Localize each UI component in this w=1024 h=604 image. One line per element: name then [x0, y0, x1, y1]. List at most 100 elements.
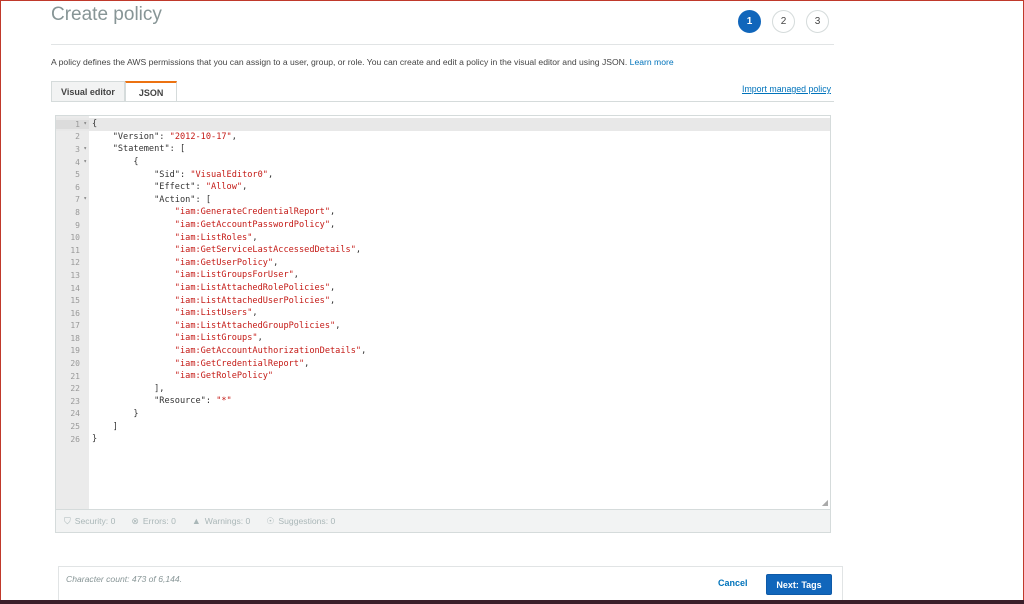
code-line[interactable]: 17 "iam:ListAttachedGroupPolicies", — [56, 320, 830, 333]
suggestions-count: Suggestions: 0 — [278, 516, 336, 526]
code-text: "iam:ListGroups", — [174, 333, 263, 344]
code-line[interactable]: 1 ▾{ — [56, 118, 830, 131]
line-number: 13 — [70, 270, 80, 280]
code-line[interactable]: 8 "iam:GenerateCredentialReport", — [56, 206, 830, 219]
line-number: 17 — [70, 321, 80, 331]
next-tags-button[interactable]: Next: Tags — [766, 574, 832, 595]
code-line[interactable]: 5 "Sid": "VisualEditor0", — [56, 168, 830, 181]
code-line[interactable]: 3 ▾ "Statement": [ — [56, 143, 830, 156]
line-number: 21 — [70, 371, 80, 381]
code-text: { — [92, 119, 98, 130]
code-line[interactable]: 4 ▾ { — [56, 156, 830, 169]
code-line[interactable]: 19 "iam:GetAccountAuthorizationDetails", — [56, 345, 830, 358]
fold-arrow-icon[interactable]: ▾ — [83, 120, 87, 127]
errors-count: Errors: 0 — [142, 516, 176, 526]
learn-more-link[interactable]: Learn more — [630, 57, 674, 67]
code-text: "Version": "2012-10-17", — [112, 131, 237, 142]
step-2[interactable]: 2 — [772, 10, 795, 33]
code-text: "iam:GetRolePolicy" — [174, 371, 274, 382]
error-icon: ⊗ — [131, 515, 139, 526]
code-line[interactable]: 9 "iam:GetAccountPasswordPolicy", — [56, 219, 830, 232]
step-1[interactable]: 1 — [738, 10, 761, 33]
code-line[interactable]: 15 "iam:ListAttachedUserPolicies", — [56, 294, 830, 307]
page-title: Create policy — [51, 4, 162, 25]
errors-status[interactable]: ⊗ Errors: 0 — [131, 516, 176, 527]
editor-code[interactable]: 1 ▾{2 "Version": "2012-10-17", 3 ▾ "Stateme… — [56, 118, 830, 445]
line-number: 18 — [70, 333, 80, 343]
warnings-count: Warnings: 0 — [204, 516, 251, 526]
warning-icon: ▲ — [191, 516, 201, 526]
line-number: 22 — [70, 384, 80, 394]
code-line[interactable]: 24 } — [56, 408, 830, 421]
fold-arrow-icon[interactable]: ▾ — [83, 158, 87, 165]
header-divider — [51, 44, 834, 45]
code-text: "iam:GenerateCredentialReport", — [174, 207, 336, 218]
code-line[interactable]: 18 "iam:ListGroups", — [56, 332, 830, 345]
line-number: 6 — [75, 182, 80, 192]
code-line[interactable]: 23 "Resource": "*" — [56, 395, 830, 408]
code-line[interactable]: 13 "iam:ListGroupsForUser", — [56, 269, 830, 282]
character-count: Character count: 473 of 6,144. — [66, 574, 183, 584]
line-number: 3 ▾ — [75, 144, 87, 154]
line-number: 9 — [75, 220, 80, 230]
line-number: 26 — [70, 434, 80, 444]
line-number: 1 ▾ — [56, 119, 89, 129]
code-text: "iam:ListUsers", — [174, 308, 258, 319]
tab-json[interactable]: JSON — [124, 81, 178, 102]
description-text: A policy defines the AWS permissions tha… — [51, 57, 628, 67]
code-text: "iam:GetUserPolicy", — [174, 257, 279, 268]
line-number: 25 — [70, 422, 80, 432]
code-text: "iam:ListGroupsForUser", — [174, 270, 299, 281]
code-text: "iam:ListAttachedUserPolicies", — [174, 295, 336, 306]
code-line[interactable]: 25 ] — [56, 420, 830, 433]
suggestions-status[interactable]: ☉ Suggestions: 0 — [266, 516, 335, 527]
fold-arrow-icon[interactable]: ▾ — [83, 195, 87, 202]
code-line[interactable]: 10 "iam:ListRoles", — [56, 231, 830, 244]
shield-icon: ⛉ — [64, 515, 71, 526]
code-text: "iam:ListRoles", — [174, 232, 258, 243]
security-status[interactable]: ⛉ Security: 0 — [64, 516, 115, 527]
code-line[interactable]: 21 "iam:GetRolePolicy" — [56, 370, 830, 383]
tab-visual-editor[interactable]: Visual editor — [51, 81, 125, 101]
json-editor[interactable]: 1 ▾{2 "Version": "2012-10-17", 3 ▾ "Stateme… — [55, 115, 831, 510]
line-number: 12 — [70, 258, 80, 268]
editor-tabs: Visual editor JSON — [51, 81, 178, 102]
tabs-divider — [51, 101, 834, 102]
fold-arrow-icon[interactable]: ▾ — [83, 145, 87, 152]
code-text: "Action": [ — [154, 194, 212, 205]
code-line[interactable]: 2 "Version": "2012-10-17", — [56, 131, 830, 144]
import-managed-policy-link[interactable]: Import managed policy — [742, 84, 831, 94]
line-number: 15 — [70, 296, 80, 306]
line-number: 7 ▾ — [75, 195, 87, 205]
line-number: 10 — [70, 233, 80, 243]
taskbar-edge — [0, 600, 1024, 604]
line-number: 24 — [70, 409, 80, 419]
code-text: "iam:GetAccountPasswordPolicy", — [174, 220, 336, 231]
security-count: Security: 0 — [74, 516, 116, 526]
code-text: ] — [92, 421, 118, 432]
page-description: A policy defines the AWS permissions tha… — [51, 57, 674, 67]
code-text: "iam:ListAttachedGroupPolicies", — [174, 320, 341, 331]
step-3[interactable]: 3 — [806, 10, 829, 33]
code-line[interactable]: 20 "iam:GetCredentialReport", — [56, 357, 830, 370]
code-text: "Effect": "Allow", — [154, 182, 248, 193]
code-text: "iam:ListAttachedRolePolicies", — [174, 283, 336, 294]
line-number: 2 — [75, 132, 80, 142]
code-line[interactable]: 12 "iam:GetUserPolicy", — [56, 257, 830, 270]
code-line[interactable]: 6 "Effect": "Allow", — [56, 181, 830, 194]
warnings-status[interactable]: ▲ Warnings: 0 — [192, 516, 250, 526]
line-number: 16 — [70, 308, 80, 318]
code-text: "Resource": "*" — [154, 396, 232, 407]
cancel-button[interactable]: Cancel — [718, 578, 748, 588]
code-line[interactable]: 11 "iam:GetServiceLastAccessedDetails", — [56, 244, 830, 257]
code-line[interactable]: 26} — [56, 433, 830, 446]
resize-grip-icon[interactable]: ◢ — [822, 498, 828, 507]
code-line[interactable]: 22 ], — [56, 382, 830, 395]
line-number: 4 ▾ — [75, 157, 87, 167]
code-line[interactable]: 14 "iam:ListAttachedRolePolicies", — [56, 282, 830, 295]
code-line[interactable]: 7 ▾ "Action": [ — [56, 194, 830, 207]
code-text: ], — [92, 383, 165, 394]
code-text: "Statement": [ — [112, 144, 186, 155]
code-text: "iam:GetServiceLastAccessedDetails", — [174, 245, 362, 256]
code-line[interactable]: 16 "iam:ListUsers", — [56, 307, 830, 320]
